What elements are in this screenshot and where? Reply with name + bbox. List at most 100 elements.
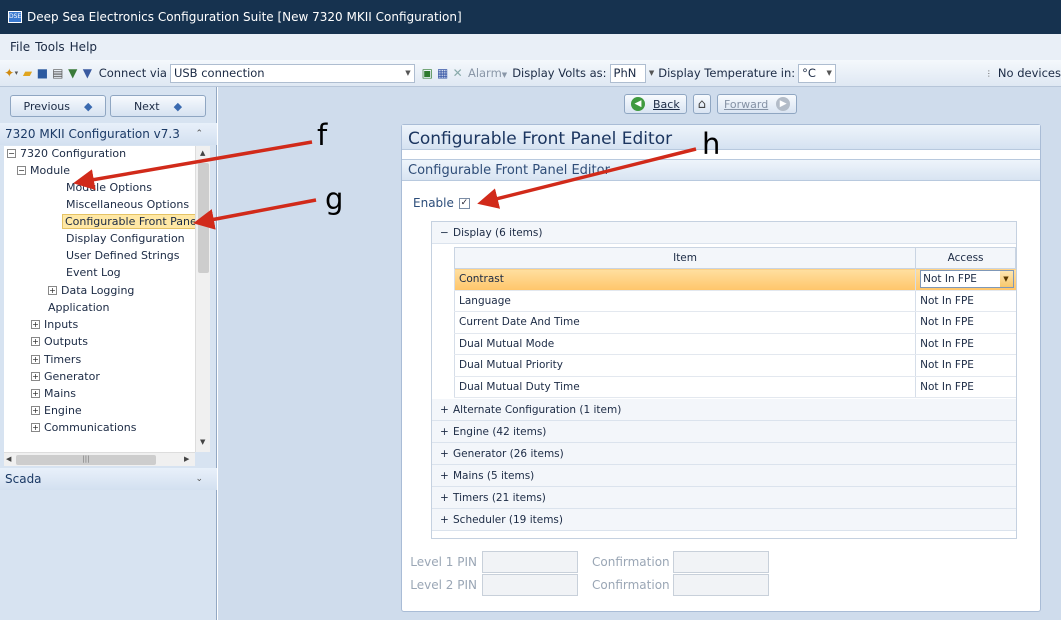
expand-node-icon[interactable]: + [31,406,40,415]
scroll-left-icon[interactable]: ◀ [6,455,11,463]
annotation-letter-h: h [702,127,721,161]
access-cell[interactable]: Not In FPE [915,354,1016,377]
tree-node-misc-options[interactable]: Miscellaneous Options [66,197,189,212]
forward-button[interactable]: Forward ▶ [716,94,798,114]
expand-node-icon[interactable]: + [31,355,40,364]
expand-node-icon[interactable]: + [31,423,40,432]
tree-node-engine[interactable]: + Engine [31,403,82,418]
chart-icon[interactable]: ✕ [452,66,463,81]
expand-node-icon[interactable]: + [31,389,40,398]
menu-file[interactable]: File [10,40,30,54]
tree-node-timers[interactable]: + Timers [31,352,81,367]
group-display[interactable]: − Display (6 items) [432,222,1016,244]
level1-confirmation-input[interactable] [673,551,769,573]
volts-select[interactable]: PhN [609,63,646,83]
tree-node-application[interactable]: Application [48,300,109,315]
write-to-device-icon[interactable]: ▼ [82,66,93,81]
next-button[interactable]: Next ◆ [110,95,206,117]
new-file-icon[interactable]: ✦ [4,66,15,81]
collapse-icon[interactable]: ⌃ [195,129,203,139]
tree-node-module[interactable]: − Module [17,163,70,178]
access-cell[interactable]: Not In FPE [915,290,1016,312]
level2-pin-input[interactable] [482,574,578,596]
table-row[interactable]: Contrast Not In FPE ▼ [453,268,1016,291]
collapse-node-icon[interactable]: − [7,149,16,158]
expand-group-icon[interactable]: + [440,426,450,438]
read-from-device-icon[interactable]: ▼ [67,66,78,81]
expand-icon[interactable]: ⌄ [195,474,203,484]
table-row[interactable]: Dual Mutual Duty Time Not In FPE [453,376,1016,398]
tree-node-communications[interactable]: + Communications [31,420,136,435]
menu-tools[interactable]: Tools [35,40,65,54]
data-log-icon[interactable]: ▦ [437,66,448,81]
tree-node-display-config[interactable]: Display Configuration [66,231,185,246]
expand-node-icon[interactable]: + [31,337,40,346]
scroll-thumb[interactable]: ||| [16,455,156,465]
grip-icon[interactable]: ⋮ [985,69,993,78]
scroll-right-icon[interactable]: ▶ [184,455,189,463]
chevron-down-icon[interactable]: ▼ [999,271,1013,288]
group-engine[interactable]: + Engine (42 items) [432,421,1016,443]
scroll-down-icon[interactable]: ▼ [200,438,205,446]
table-row[interactable]: Dual Mutual Priority Not In FPE [453,354,1016,377]
group-mains[interactable]: + Mains (5 items) [432,465,1016,487]
level2-confirmation-input[interactable] [673,574,769,596]
back-button[interactable]: ◀ Back [624,94,687,114]
scada-header[interactable]: Scada ⌄ [0,468,217,490]
alarm-button[interactable]: Alarm▼ [468,66,507,80]
save-icon[interactable]: ■ [37,66,48,81]
tree-node-outputs[interactable]: + Outputs [31,334,88,349]
tree-horizontal-scrollbar[interactable]: ◀ ||| ▶ [4,452,195,466]
chevron-down-icon[interactable]: ▼ [649,69,654,77]
menu-help[interactable]: Help [70,40,97,54]
expand-group-icon[interactable]: + [440,514,450,526]
previous-button[interactable]: Previous ◆ [10,95,106,117]
group-alternate-configuration[interactable]: + Alternate Configuration (1 item) [432,399,1016,421]
collapse-node-icon[interactable]: − [17,166,26,175]
chevron-down-icon: ▼ [826,69,832,77]
tree-node-data-logging[interactable]: + Data Logging [48,283,134,298]
column-header-access[interactable]: Access [915,247,1016,269]
scroll-up-icon[interactable]: ▲ [200,149,205,157]
access-cell[interactable]: Not In FPE ▼ [915,268,1016,291]
tree-node-generator[interactable]: + Generator [31,369,100,384]
tree-node-inputs[interactable]: + Inputs [31,317,78,332]
expand-node-icon[interactable]: + [31,320,40,329]
table-row[interactable]: Current Date And Time Not In FPE [453,311,1016,334]
devices-label[interactable]: No devices [998,66,1061,80]
tree-node-fpe[interactable]: Configurable Front Panel [62,214,195,229]
enable-checkbox[interactable]: ✓ [458,197,470,209]
home-button[interactable]: ⌂ [692,94,711,114]
expand-group-icon[interactable]: + [440,470,450,482]
tree-node-event-log[interactable]: Event Log [66,265,121,280]
expand-node-icon[interactable]: + [48,286,57,295]
access-select[interactable]: Not In FPE ▼ [920,270,1014,289]
scada-icon[interactable]: ▣ [422,66,433,81]
print-icon[interactable]: ▤ [52,66,63,81]
temp-select[interactable]: °C ▼ [798,63,836,83]
column-header-item[interactable]: Item [453,247,917,269]
expand-group-icon[interactable]: + [440,448,450,460]
access-cell[interactable]: Not In FPE [915,376,1016,398]
tree-node-module-options[interactable]: Module Options [66,180,152,195]
access-cell[interactable]: Not In FPE [915,311,1016,334]
access-cell[interactable]: Not In FPE [915,333,1016,355]
collapse-group-icon[interactable]: − [440,227,450,239]
expand-group-icon[interactable]: + [440,404,450,416]
expand-group-icon[interactable]: + [440,492,450,504]
tree-node-mains[interactable]: + Mains [31,386,76,401]
tree-node-root[interactable]: −7320 Configuration [7,146,126,161]
group-generator[interactable]: + Generator (26 items) [432,443,1016,465]
open-folder-icon[interactable]: ▰ [22,66,33,81]
group-timers[interactable]: + Timers (21 items) [432,487,1016,509]
expand-node-icon[interactable]: + [31,372,40,381]
table-row[interactable]: Dual Mutual Mode Not In FPE [453,333,1016,355]
tree-header[interactable]: 7320 MKII Configuration v7.3 ⌃ [0,123,217,145]
scroll-thumb[interactable] [198,163,209,273]
level1-pin-input[interactable] [482,551,578,573]
connect-select[interactable]: USB connection ▼ [169,63,415,83]
table-row[interactable]: Language Not In FPE [453,290,1016,312]
tree-node-user-strings[interactable]: User Defined Strings [66,248,180,263]
tree-vertical-scrollbar[interactable]: ▲ ▼ [195,146,210,452]
group-scheduler[interactable]: + Scheduler (19 items) [432,509,1016,531]
